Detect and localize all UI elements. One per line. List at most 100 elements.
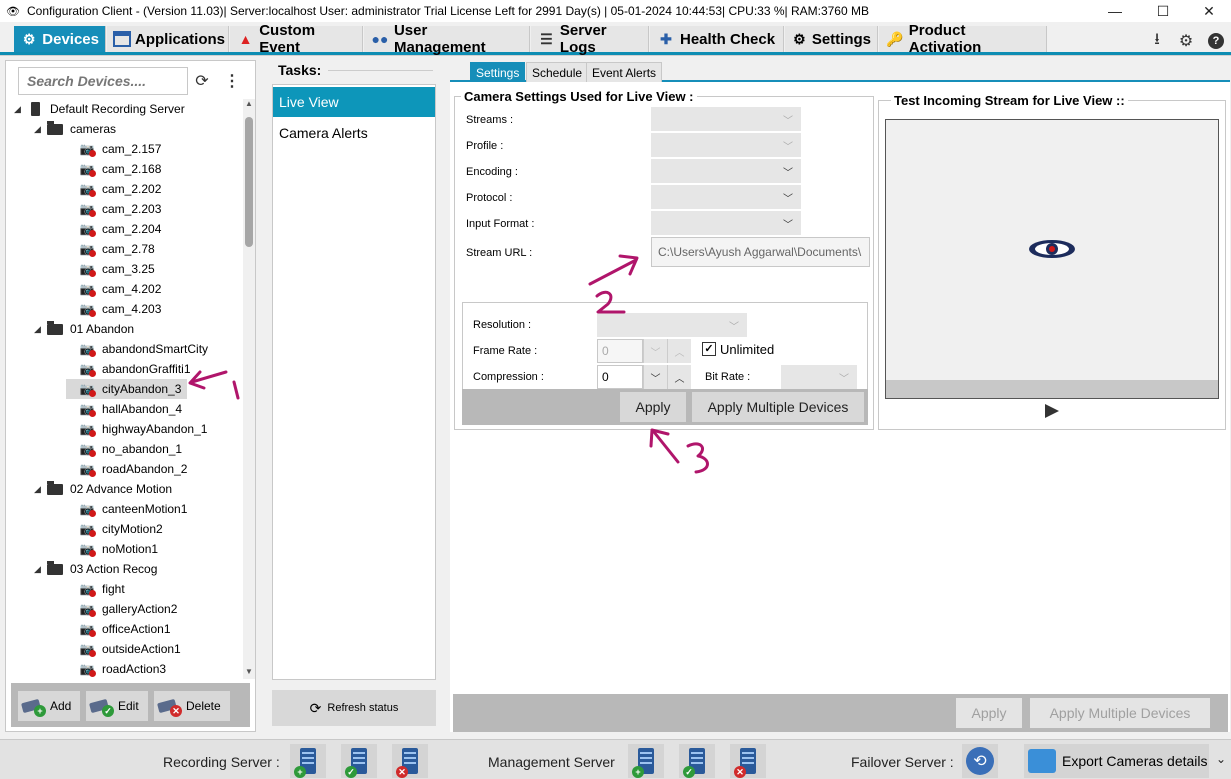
- recording-server-edit-icon[interactable]: ✓: [341, 744, 377, 778]
- video-preview[interactable]: [885, 119, 1219, 399]
- settings-gears-icon[interactable]: ⚙: [1175, 30, 1197, 52]
- close-button[interactable]: ✕: [1186, 0, 1231, 22]
- tree-camera-item[interactable]: 📷 abandonGraffiti1: [66, 359, 191, 379]
- recording-server-add-icon[interactable]: +: [290, 744, 326, 778]
- stream-url-field[interactable]: C:\Users\Ayush Aggarwal\Documents\: [651, 237, 870, 267]
- management-server-edit-icon[interactable]: ✓: [679, 744, 715, 778]
- add-device-button[interactable]: + Add: [18, 691, 80, 721]
- video-progress-bar[interactable]: [886, 380, 1218, 398]
- subtab-schedule[interactable]: Schedule: [526, 62, 589, 82]
- tree-camera-item[interactable]: 📷 cityMotion2: [66, 519, 163, 539]
- chevron-down-icon[interactable]: ﹀: [643, 339, 667, 363]
- tab-user-management[interactable]: ●● User Management: [364, 22, 530, 56]
- expand-toggle-icon[interactable]: ◢: [34, 564, 46, 575]
- tree-folder-item[interactable]: ◢ cameras: [34, 119, 116, 139]
- subtab-settings[interactable]: Settings: [470, 62, 526, 82]
- bottom-apply-button[interactable]: Apply: [956, 698, 1022, 728]
- frame-rate-value[interactable]: 0: [597, 339, 643, 363]
- tab-server-logs[interactable]: ☰ Server Logs: [531, 22, 649, 56]
- maximize-button[interactable]: ☐: [1140, 0, 1186, 22]
- unlimited-checkbox[interactable]: ✓: [702, 342, 716, 356]
- streams-select[interactable]: ﹀: [651, 107, 801, 131]
- bottom-apply-multiple-button[interactable]: Apply Multiple Devices: [1030, 698, 1210, 728]
- task-live-view[interactable]: Live View: [273, 87, 435, 117]
- tree-scrollbar[interactable]: ▲ ▼: [243, 99, 255, 679]
- tree-camera-item[interactable]: 📷 galleryAction2: [66, 599, 177, 619]
- profile-select[interactable]: ﹀: [651, 133, 801, 157]
- failover-sync-icon[interactable]: ⟲: [962, 744, 998, 778]
- tree-camera-item[interactable]: 📷 cam_4.203: [66, 299, 161, 319]
- expand-toggle-icon[interactable]: ◢: [34, 484, 46, 495]
- protocol-select[interactable]: ﹀: [651, 185, 801, 209]
- play-icon[interactable]: [1045, 404, 1059, 418]
- tree-camera-item[interactable]: 📷 roadAction3: [66, 659, 166, 679]
- compression-value[interactable]: 0: [597, 365, 643, 389]
- subtab-event-alerts[interactable]: Event Alerts: [586, 62, 663, 82]
- apply-multiple-devices-button[interactable]: Apply Multiple Devices: [692, 392, 864, 422]
- tree-camera-item[interactable]: 📷 officeAction1: [66, 619, 171, 639]
- minimize-button[interactable]: —: [1092, 0, 1138, 22]
- tree-item-label: cam_4.203: [102, 302, 162, 316]
- recording-server-delete-icon[interactable]: ✕: [392, 744, 428, 778]
- tree-camera-item[interactable]: 📷 abandondSmartCity: [66, 339, 208, 359]
- tree-camera-item[interactable]: 📷 fight: [66, 579, 125, 599]
- tab-custom-event[interactable]: ▲ Custom Event: [230, 22, 363, 56]
- delete-device-button[interactable]: ✕ Delete: [154, 691, 230, 721]
- tree-camera-item[interactable]: 📷 hallAbandon_4: [66, 399, 182, 419]
- scrollbar-thumb[interactable]: [245, 117, 253, 247]
- input-format-select[interactable]: ﹀: [651, 211, 801, 235]
- tree-folder-item[interactable]: ◢ 02 Advance Motion: [34, 479, 172, 499]
- tab-applications[interactable]: Applications: [107, 26, 229, 52]
- scroll-up-arrow[interactable]: ▲: [243, 99, 255, 111]
- refresh-status-button[interactable]: ⟳ Refresh status: [272, 690, 436, 726]
- tree-camera-item[interactable]: 📷 roadAbandon_2: [66, 459, 187, 479]
- tree-camera-item[interactable]: 📷 cam_4.202: [66, 279, 161, 299]
- tree-camera-item[interactable]: 📷 cityAbandon_3: [66, 379, 188, 399]
- resolution-select[interactable]: ﹀: [597, 313, 747, 337]
- tree-camera-item[interactable]: 📷 cam_2.168: [66, 159, 161, 179]
- refresh-icon[interactable]: ⟳: [192, 71, 212, 91]
- tree-camera-item[interactable]: 📷 cam_2.78: [66, 239, 155, 259]
- bit-rate-select[interactable]: ﹀: [781, 365, 857, 389]
- help-icon[interactable]: ?: [1205, 30, 1227, 52]
- camera-alert-icon: 📷: [79, 582, 96, 597]
- tree-folder-item[interactable]: ◢ 01 Abandon: [34, 319, 134, 339]
- tab-settings[interactable]: ⚙ Settings: [785, 26, 878, 52]
- tree-server-item[interactable]: ◢ Default Recording Server: [14, 99, 185, 119]
- camera-alert-icon: 📷: [79, 442, 96, 457]
- scroll-down-arrow[interactable]: ▼: [243, 667, 255, 679]
- tab-devices[interactable]: ⚙ Devices: [14, 26, 106, 52]
- tree-camera-item[interactable]: 📷 cam_2.157: [66, 139, 161, 159]
- tree-camera-item[interactable]: 📷 cam_2.202: [66, 179, 161, 199]
- export-cameras-button[interactable]: Export Cameras details: [1024, 744, 1209, 778]
- tree-camera-item[interactable]: 📷 cam_3.25: [66, 259, 155, 279]
- compression-stepper[interactable]: 0 ﹀ ︿: [597, 365, 691, 389]
- management-server-add-icon[interactable]: +: [628, 744, 664, 778]
- expand-toggle-icon[interactable]: ◢: [34, 324, 46, 335]
- encoding-select[interactable]: ﹀: [651, 159, 801, 183]
- tree-camera-item[interactable]: 📷 cam_2.204: [66, 219, 161, 239]
- tree-camera-item[interactable]: 📷 cam_2.203: [66, 199, 161, 219]
- chevron-up-icon[interactable]: ︿: [667, 339, 691, 363]
- tab-product-activation[interactable]: 🔑 Product Activation: [879, 22, 1047, 56]
- frame-rate-stepper[interactable]: 0 ﹀ ︿: [597, 339, 691, 363]
- more-options-icon[interactable]: ⋮: [222, 71, 242, 91]
- download-icon[interactable]: ⭳: [1146, 30, 1168, 52]
- tree-camera-item[interactable]: 📷 canteenMotion1: [66, 499, 187, 519]
- search-devices-input[interactable]: Search Devices....: [18, 67, 188, 95]
- chevron-up-icon[interactable]: ︿: [667, 365, 691, 389]
- expand-toggle-icon[interactable]: ◢: [14, 104, 26, 115]
- management-server-delete-icon[interactable]: ✕: [730, 744, 766, 778]
- tree-camera-item[interactable]: 📷 outsideAction1: [66, 639, 181, 659]
- tree-camera-item[interactable]: 📷 highwayAbandon_1: [66, 419, 207, 439]
- tree-folder-item[interactable]: ◢ 03 Action Recog: [34, 559, 157, 579]
- chevron-down-icon[interactable]: ﹀: [643, 365, 667, 389]
- task-camera-alerts[interactable]: Camera Alerts: [273, 118, 435, 148]
- apply-button[interactable]: Apply: [620, 392, 686, 422]
- expand-toggle-icon[interactable]: ◢: [34, 124, 46, 135]
- tab-health-check[interactable]: ✚ Health Check: [650, 26, 784, 52]
- chevron-down-icon[interactable]: ⌄: [1216, 752, 1226, 766]
- tree-camera-item[interactable]: 📷 no_abandon_1: [66, 439, 182, 459]
- tree-camera-item[interactable]: 📷 noMotion1: [66, 539, 158, 559]
- edit-device-button[interactable]: ✓ Edit: [86, 691, 148, 721]
